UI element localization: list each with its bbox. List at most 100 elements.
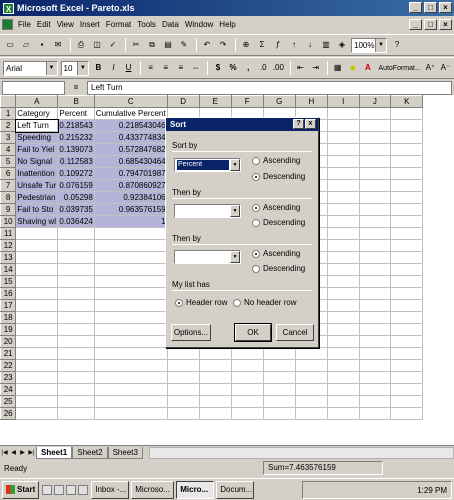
row-header[interactable]: 18: [0, 311, 17, 324]
cell[interactable]: 0.92384106: [93, 191, 168, 204]
menu-format[interactable]: Format: [103, 20, 134, 29]
cell[interactable]: [390, 383, 424, 396]
cell[interactable]: [198, 407, 232, 420]
cell[interactable]: 0.139073: [57, 143, 95, 156]
cell[interactable]: [327, 347, 360, 360]
cell[interactable]: [390, 227, 424, 240]
align-left-icon[interactable]: ≡: [144, 61, 157, 75]
name-box[interactable]: [2, 80, 65, 95]
drawing-icon[interactable]: ◈: [335, 38, 349, 52]
cell[interactable]: [294, 359, 329, 372]
cell[interactable]: [358, 143, 392, 156]
menu-tools[interactable]: Tools: [134, 20, 159, 29]
cell[interactable]: [15, 299, 59, 312]
hyperlink-icon[interactable]: ⊕: [239, 38, 253, 52]
chevron-down-icon[interactable]: ▼: [76, 61, 88, 75]
cell[interactable]: [15, 335, 59, 348]
sort-by-select[interactable]: Percent ▼: [174, 158, 241, 172]
cell[interactable]: [327, 311, 360, 324]
cell[interactable]: 0.109272: [57, 167, 95, 180]
cell[interactable]: [390, 371, 424, 384]
cell[interactable]: [230, 347, 264, 360]
cell[interactable]: [93, 383, 168, 396]
function-icon[interactable]: ƒ: [271, 38, 285, 52]
cell[interactable]: [262, 383, 296, 396]
row-header[interactable]: 10: [0, 215, 17, 228]
borders-icon[interactable]: ▦: [331, 61, 344, 75]
column-header[interactable]: F: [230, 95, 264, 108]
cell[interactable]: 1: [93, 215, 168, 228]
cell[interactable]: [166, 371, 200, 384]
font-name-select[interactable]: Arial ▼: [3, 60, 58, 76]
cell[interactable]: [358, 335, 392, 348]
percent-button[interactable]: %: [227, 61, 240, 75]
cell[interactable]: [390, 119, 424, 132]
cell[interactable]: [327, 251, 360, 264]
cell[interactable]: [390, 299, 424, 312]
row-header[interactable]: 4: [0, 143, 17, 156]
cell[interactable]: [57, 287, 95, 300]
cell[interactable]: [15, 239, 59, 252]
cell[interactable]: [358, 383, 392, 396]
cell[interactable]: [166, 395, 200, 408]
start-button[interactable]: Start: [2, 480, 40, 499]
cell[interactable]: Category: [15, 107, 59, 120]
cell[interactable]: [294, 407, 329, 420]
cell[interactable]: [327, 227, 360, 240]
cell[interactable]: [358, 407, 392, 420]
cell[interactable]: 0.05298: [57, 191, 95, 204]
comma-button[interactable]: ,: [242, 61, 255, 75]
help-icon[interactable]: ?: [390, 38, 404, 52]
row-header[interactable]: 26: [0, 407, 17, 420]
cell[interactable]: Pedestrian: [15, 191, 59, 204]
quicklaunch-desktop-icon[interactable]: [42, 484, 53, 495]
quicklaunch-outlook-icon[interactable]: [66, 484, 77, 495]
cell[interactable]: [93, 251, 168, 264]
prev-sheet-icon[interactable]: ◀: [9, 449, 18, 456]
taskbar-inbox[interactable]: Inbox -...: [91, 480, 130, 499]
cell[interactable]: [230, 383, 264, 396]
cell[interactable]: [358, 119, 392, 132]
row-header[interactable]: 9: [0, 203, 17, 216]
cell[interactable]: [390, 167, 424, 180]
cell[interactable]: [93, 263, 168, 276]
cell[interactable]: [358, 299, 392, 312]
sort-descending-icon[interactable]: ↓: [303, 38, 317, 52]
first-sheet-icon[interactable]: |◀: [0, 449, 9, 456]
menu-data[interactable]: Data: [159, 20, 182, 29]
cell[interactable]: 0.076159: [57, 179, 95, 192]
cell[interactable]: [15, 371, 59, 384]
cell[interactable]: [57, 263, 95, 276]
row-header[interactable]: 21: [0, 347, 17, 360]
cell[interactable]: [390, 263, 424, 276]
cell[interactable]: [358, 155, 392, 168]
cell[interactable]: [358, 107, 392, 120]
cell[interactable]: [327, 263, 360, 276]
cell[interactable]: Unsafe Tur: [15, 179, 59, 192]
cell[interactable]: [390, 335, 424, 348]
cell[interactable]: [358, 251, 392, 264]
cell[interactable]: [57, 407, 95, 420]
then-by-2-descending-radio[interactable]: Descending: [252, 264, 305, 273]
cell[interactable]: Shaving wl: [15, 215, 59, 228]
then-by-1-select[interactable]: ▼: [174, 204, 241, 218]
cell[interactable]: [358, 359, 392, 372]
zoom-select[interactable]: 100% ▼: [351, 37, 387, 53]
cell[interactable]: 0.215232: [57, 131, 95, 144]
align-center-icon[interactable]: ≡: [159, 61, 172, 75]
autoformat-button[interactable]: AutoFormat...: [378, 65, 420, 72]
cell[interactable]: 0.218543046: [93, 119, 168, 132]
select-all-corner[interactable]: [0, 95, 17, 108]
cell[interactable]: [262, 371, 296, 384]
cell[interactable]: [327, 143, 360, 156]
cell[interactable]: 0.572847682: [93, 143, 168, 156]
cell[interactable]: [327, 383, 360, 396]
cell[interactable]: [15, 311, 59, 324]
row-header[interactable]: 6: [0, 167, 17, 180]
taskbar-document[interactable]: Docum...: [216, 480, 255, 499]
cell[interactable]: [15, 287, 59, 300]
cell[interactable]: [57, 251, 95, 264]
cell[interactable]: [358, 275, 392, 288]
cell[interactable]: [262, 407, 296, 420]
cell[interactable]: [166, 383, 200, 396]
